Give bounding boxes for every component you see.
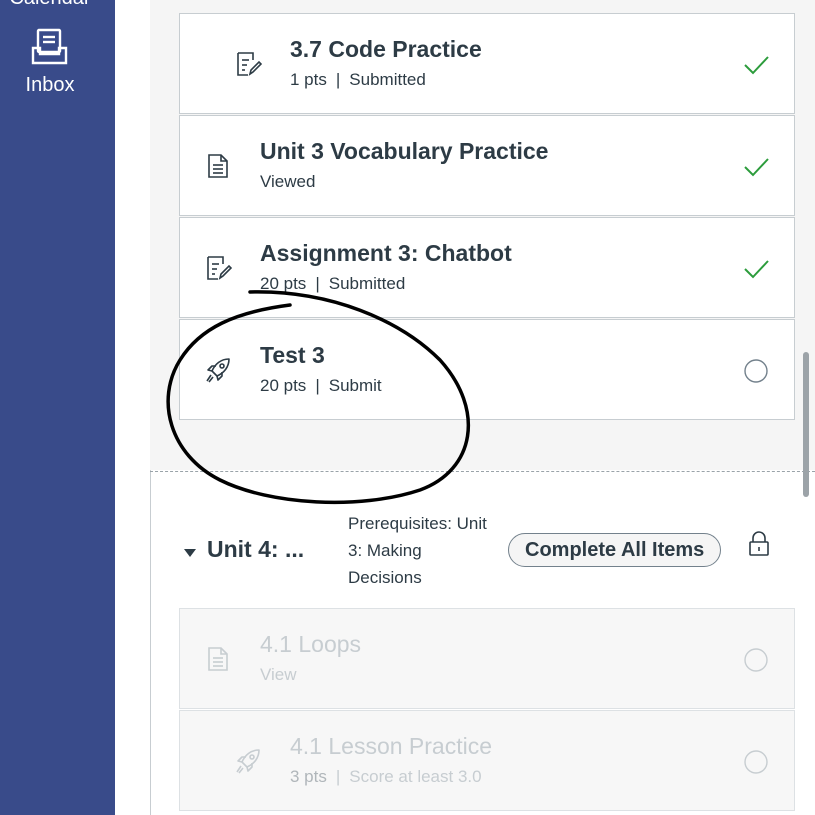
rocket-quiz-icon xyxy=(206,358,230,383)
item-status-text: Submitted xyxy=(328,274,406,293)
item-meta: View xyxy=(260,665,297,685)
meta-separator: | xyxy=(315,274,320,293)
completed-check-icon xyxy=(744,158,769,177)
rocket-quiz-icon xyxy=(236,749,260,774)
item-status-text: View xyxy=(260,665,297,684)
item-status-text: Submit xyxy=(328,376,382,395)
item-status-text: Viewed xyxy=(260,172,316,191)
incomplete-circle-icon xyxy=(744,359,768,383)
module-title[interactable]: Unit 4: ... xyxy=(207,536,304,563)
item-title[interactable]: 4.1 Lesson Practice xyxy=(290,733,492,760)
global-nav: Calendar Inbox xyxy=(0,0,115,815)
completed-check-icon xyxy=(744,56,769,75)
item-meta: 20 pts | Submitted xyxy=(260,274,405,294)
incomplete-circle-icon xyxy=(744,750,768,774)
item-status-text: Submitted xyxy=(349,70,426,89)
module-item-unit-3-vocabulary-practice[interactable]: Unit 3 Vocabulary Practice Viewed xyxy=(179,115,795,216)
module-item-assignment-3-chatbot[interactable]: Assignment 3: Chatbot 20 pts | Submitted xyxy=(179,217,795,318)
item-points: 1 pts xyxy=(290,70,327,89)
item-points: 20 pts xyxy=(260,274,307,293)
item-title[interactable]: Assignment 3: Chatbot xyxy=(260,240,512,267)
meta-separator: | xyxy=(315,376,320,395)
scrollbar-thumb[interactable] xyxy=(803,352,809,497)
page-icon xyxy=(208,154,228,178)
page-icon xyxy=(208,647,228,671)
meta-separator: | xyxy=(335,767,341,786)
modules-content: 3.7 Code Practice 1 pts | Submitted Unit 3… xyxy=(115,0,815,815)
item-title[interactable]: 3.7 Code Practice xyxy=(290,36,482,63)
assignment-icon xyxy=(207,256,232,280)
item-points: 20 pts xyxy=(260,376,307,395)
assignment-icon xyxy=(237,52,262,76)
inbox-icon xyxy=(31,28,68,65)
module-item-4-1-loops[interactable]: 4.1 Loops View xyxy=(179,608,795,709)
item-meta: 3 pts | Score at least 3.0 xyxy=(290,767,482,787)
item-meta: 1 pts | Submitted xyxy=(290,70,426,90)
collapse-caret-icon[interactable] xyxy=(183,548,197,558)
module-item-3-7-code-practice[interactable]: 3.7 Code Practice 1 pts | Submitted xyxy=(179,13,795,114)
nav-calendar-label[interactable]: Calendar xyxy=(0,0,100,8)
completed-check-icon xyxy=(744,260,769,279)
lock-icon xyxy=(749,531,769,556)
item-meta: 20 pts | Submit xyxy=(260,376,382,396)
item-meta: Viewed xyxy=(260,172,315,192)
nav-item-inbox[interactable]: Inbox xyxy=(0,26,100,106)
nav-item-inbox-label: Inbox xyxy=(25,74,75,96)
module-header-unit-4: Unit 4: ... Prerequisites: Unit 3: Makin… xyxy=(150,480,815,600)
module-prerequisites: Prerequisites: Unit 3: Making Decisions xyxy=(348,514,487,587)
module-divider xyxy=(150,471,815,472)
item-title[interactable]: 4.1 Loops xyxy=(260,631,361,658)
module-item-test-3[interactable]: Test 3 20 pts | Submit xyxy=(179,319,795,420)
incomplete-circle-icon xyxy=(744,648,768,672)
requirement-pill: Complete All Items xyxy=(508,533,722,567)
item-title[interactable]: Test 3 xyxy=(260,342,325,369)
item-title[interactable]: Unit 3 Vocabulary Practice xyxy=(260,138,548,165)
meta-separator: | xyxy=(335,70,341,89)
item-points: 3 pts xyxy=(290,767,327,786)
item-status-text: Score at least 3.0 xyxy=(349,767,482,786)
module-item-4-1-lesson-practice[interactable]: 4.1 Lesson Practice 3 pts | Score at least… xyxy=(179,710,795,811)
